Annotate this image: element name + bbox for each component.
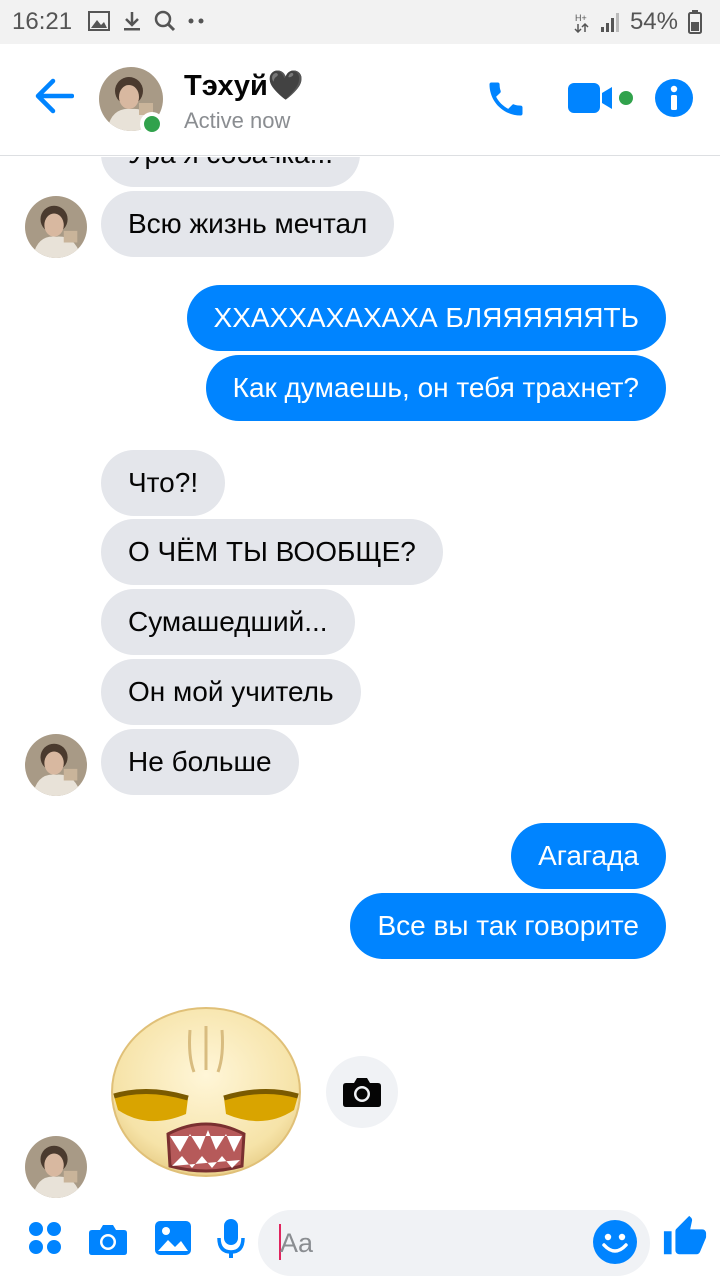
status-system-icons: H+ 54% — [574, 8, 702, 36]
signal-icon — [600, 13, 619, 32]
status-bar: 16:21 H+ 54% — [0, 0, 720, 44]
message-input-placeholder: Aa — [280, 1228, 314, 1258]
message-bubble-outgoing[interactable]: ХХАХХАХАХАХА БЛЯЯЯЯЯЯТЬ — [186, 285, 666, 351]
image-icon — [88, 11, 110, 31]
conversation-header: Тэхуй🖤 Active now — [0, 44, 720, 156]
clipped-message-row: Ура я собачка... — [0, 157, 720, 187]
grumpy-face-sticker[interactable] — [108, 1006, 304, 1178]
message-composer: Aa — [0, 1206, 720, 1280]
phone-icon[interactable] — [484, 77, 528, 121]
message-bubble-incoming[interactable]: Он мой учитель — [101, 659, 361, 725]
search-icon — [154, 10, 176, 32]
message-bubble-outgoing[interactable]: Агагада — [511, 823, 666, 889]
data-icon: H+ — [574, 13, 589, 33]
battery-icon — [688, 10, 702, 34]
status-notification-icons — [88, 10, 204, 32]
message-bubble-incoming[interactable]: Что?! — [101, 450, 226, 516]
message-bubble-incoming[interactable]: Сумашедший... — [101, 589, 355, 655]
message-bubble-incoming[interactable]: Ура я собачка... — [101, 157, 360, 187]
reply-with-camera-button[interactable] — [326, 1056, 398, 1128]
info-icon[interactable] — [654, 78, 694, 118]
mic-icon[interactable] — [216, 1218, 246, 1260]
message-bubble-incoming[interactable]: О ЧЁМ ТЫ ВООБЩЕ? — [101, 519, 443, 585]
back-arrow-icon[interactable] — [34, 78, 74, 114]
sender-avatar[interactable] — [25, 1136, 87, 1198]
gallery-icon[interactable] — [154, 1220, 192, 1256]
status-time: 16:21 — [12, 8, 73, 35]
contact-name[interactable]: Тэхуй🖤 — [184, 69, 304, 103]
message-bubble-outgoing[interactable]: Как думаешь, он тебя трахнет? — [205, 355, 666, 421]
message-input[interactable]: Aa — [258, 1210, 650, 1276]
contact-status: Active now — [184, 108, 291, 133]
video-icon[interactable] — [566, 81, 636, 115]
camera-icon[interactable] — [88, 1222, 128, 1256]
camera-icon — [343, 1078, 381, 1107]
message-bubble-outgoing[interactable]: Все вы так говорите — [350, 893, 666, 959]
battery-percent: 54% — [629, 8, 678, 35]
emoji-icon[interactable] — [592, 1219, 638, 1265]
more-dots-icon — [188, 18, 204, 24]
message-bubble-incoming[interactable]: Всю жизнь мечтал — [101, 191, 395, 257]
sender-avatar[interactable] — [25, 734, 87, 796]
thumbs-up-icon[interactable] — [662, 1214, 708, 1260]
message-bubble-incoming[interactable]: Не больше — [101, 729, 299, 795]
svg-text:H+: H+ — [575, 13, 587, 23]
sender-avatar[interactable] — [25, 196, 87, 258]
apps-icon[interactable] — [27, 1220, 63, 1256]
online-indicator — [140, 112, 164, 136]
download-icon — [124, 12, 140, 31]
